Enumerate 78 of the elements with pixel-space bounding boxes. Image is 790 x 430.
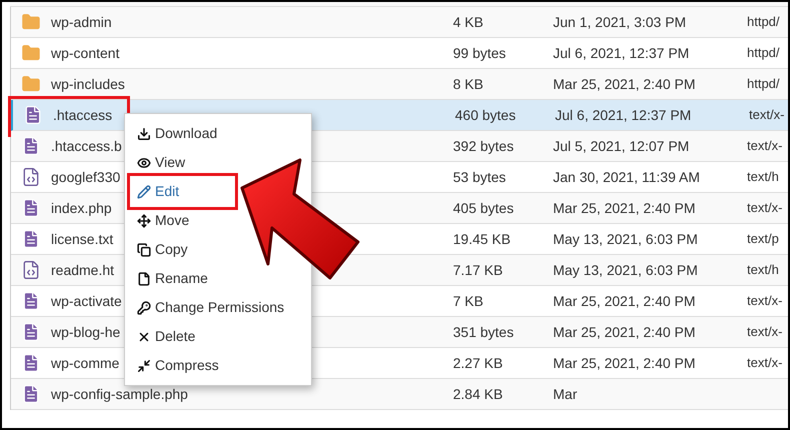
file-name[interactable]: wp-config-sample.php bbox=[51, 386, 188, 402]
folder-icon bbox=[21, 43, 41, 63]
file-name[interactable]: index.php bbox=[51, 200, 112, 216]
copy-icon bbox=[137, 242, 151, 256]
modified-date: Mar 25, 2021, 2:40 PM bbox=[553, 200, 696, 216]
modified-date: Mar 25, 2021, 2:40 PM bbox=[553, 324, 696, 340]
pencil-icon bbox=[137, 184, 151, 198]
file-name[interactable]: readme.ht bbox=[51, 262, 114, 278]
download-icon bbox=[137, 126, 151, 140]
file-size: 53 bytes bbox=[453, 168, 506, 184]
file-name[interactable]: wp-admin bbox=[51, 14, 112, 30]
mime-type: text/x- bbox=[747, 200, 782, 216]
file-size: 99 bytes bbox=[453, 44, 506, 60]
document-icon bbox=[21, 384, 41, 404]
mime-type: httpd/ bbox=[747, 76, 780, 92]
folder-icon bbox=[21, 74, 41, 94]
mime-type: httpd/ bbox=[747, 14, 780, 30]
document-icon bbox=[21, 136, 41, 156]
modified-date: Jul 5, 2021, 12:07 PM bbox=[553, 138, 690, 154]
mime-type: text/h bbox=[747, 169, 779, 184]
menu-item[interactable]: Delete bbox=[125, 322, 208, 351]
menu-item[interactable]: Edit bbox=[125, 177, 192, 206]
file-name[interactable]: .htaccess.b bbox=[51, 138, 122, 154]
file-name[interactable]: wp-blog-he bbox=[51, 324, 120, 340]
file-size: 4 KB bbox=[453, 14, 484, 30]
modified-date: Mar 25, 2021, 2:40 PM bbox=[553, 76, 696, 92]
file-size: 8 KB bbox=[453, 76, 484, 92]
compress-icon bbox=[137, 358, 151, 372]
mime-type: text/x- bbox=[747, 355, 782, 370]
file-size: 2.27 KB bbox=[453, 354, 503, 370]
menu-item[interactable]: Rename bbox=[125, 264, 220, 293]
file-name[interactable]: .htaccess bbox=[53, 106, 112, 122]
file-size: 7.17 KB bbox=[453, 262, 503, 278]
menu-item[interactable]: Move bbox=[125, 206, 202, 235]
key-icon bbox=[137, 300, 151, 314]
file-icon bbox=[137, 272, 151, 286]
mime-type: text/p bbox=[747, 231, 779, 246]
code-file-icon bbox=[21, 167, 41, 187]
document-icon bbox=[21, 322, 41, 342]
mime-type: text/x- bbox=[747, 138, 782, 154]
mime-type: httpd/ bbox=[747, 45, 780, 60]
file-name[interactable]: wp-comme bbox=[51, 354, 120, 370]
file-size: 7 KB bbox=[453, 292, 484, 308]
mime-type: text/x- bbox=[749, 107, 784, 122]
code-file-icon bbox=[21, 260, 41, 280]
mime-type: text/x- bbox=[747, 293, 782, 308]
file-size: 2.84 KB bbox=[453, 386, 503, 402]
modified-date: May 13, 2021, 6:03 PM bbox=[553, 230, 698, 246]
menu-item[interactable]: Change Permissions bbox=[125, 293, 296, 322]
modified-date: Mar bbox=[553, 386, 578, 402]
modified-date: Mar 25, 2021, 2:40 PM bbox=[553, 354, 696, 370]
file-name[interactable]: wp-activate bbox=[51, 292, 122, 308]
mime-type: text/h bbox=[747, 262, 779, 278]
file-size: 392 bytes bbox=[453, 138, 514, 154]
folder-icon bbox=[21, 12, 41, 32]
document-icon bbox=[23, 105, 43, 125]
modified-date: Mar 25, 2021, 2:40 PM bbox=[553, 292, 696, 308]
eye-icon bbox=[137, 156, 151, 170]
file-name[interactable]: wp-content bbox=[51, 44, 120, 60]
document-icon bbox=[21, 198, 41, 218]
menu-item[interactable]: Compress bbox=[125, 351, 231, 380]
modified-date: Jun 1, 2021, 3:03 PM bbox=[553, 14, 686, 30]
menu-item[interactable]: Copy bbox=[125, 235, 200, 264]
menu-item[interactable]: View bbox=[125, 148, 198, 177]
file-size: 405 bytes bbox=[453, 200, 514, 216]
file-name[interactable]: wp-includes bbox=[51, 76, 125, 92]
file-size: 351 bytes bbox=[453, 324, 514, 340]
modified-date: Jul 6, 2021, 12:37 PM bbox=[553, 44, 690, 60]
file-name[interactable]: googlef330 bbox=[51, 168, 120, 184]
file-size: 460 bytes bbox=[455, 106, 516, 122]
modified-date: Jul 6, 2021, 12:37 PM bbox=[555, 106, 692, 122]
move-icon bbox=[137, 214, 151, 228]
modified-date: May 13, 2021, 6:03 PM bbox=[553, 262, 698, 278]
file-name[interactable]: license.txt bbox=[51, 230, 114, 246]
menu-item[interactable]: Download bbox=[125, 119, 230, 148]
modified-date: Jan 30, 2021, 11:39 AM bbox=[553, 168, 700, 184]
mime-type: text/x- bbox=[747, 324, 782, 340]
file-size: 19.45 KB bbox=[453, 230, 511, 246]
